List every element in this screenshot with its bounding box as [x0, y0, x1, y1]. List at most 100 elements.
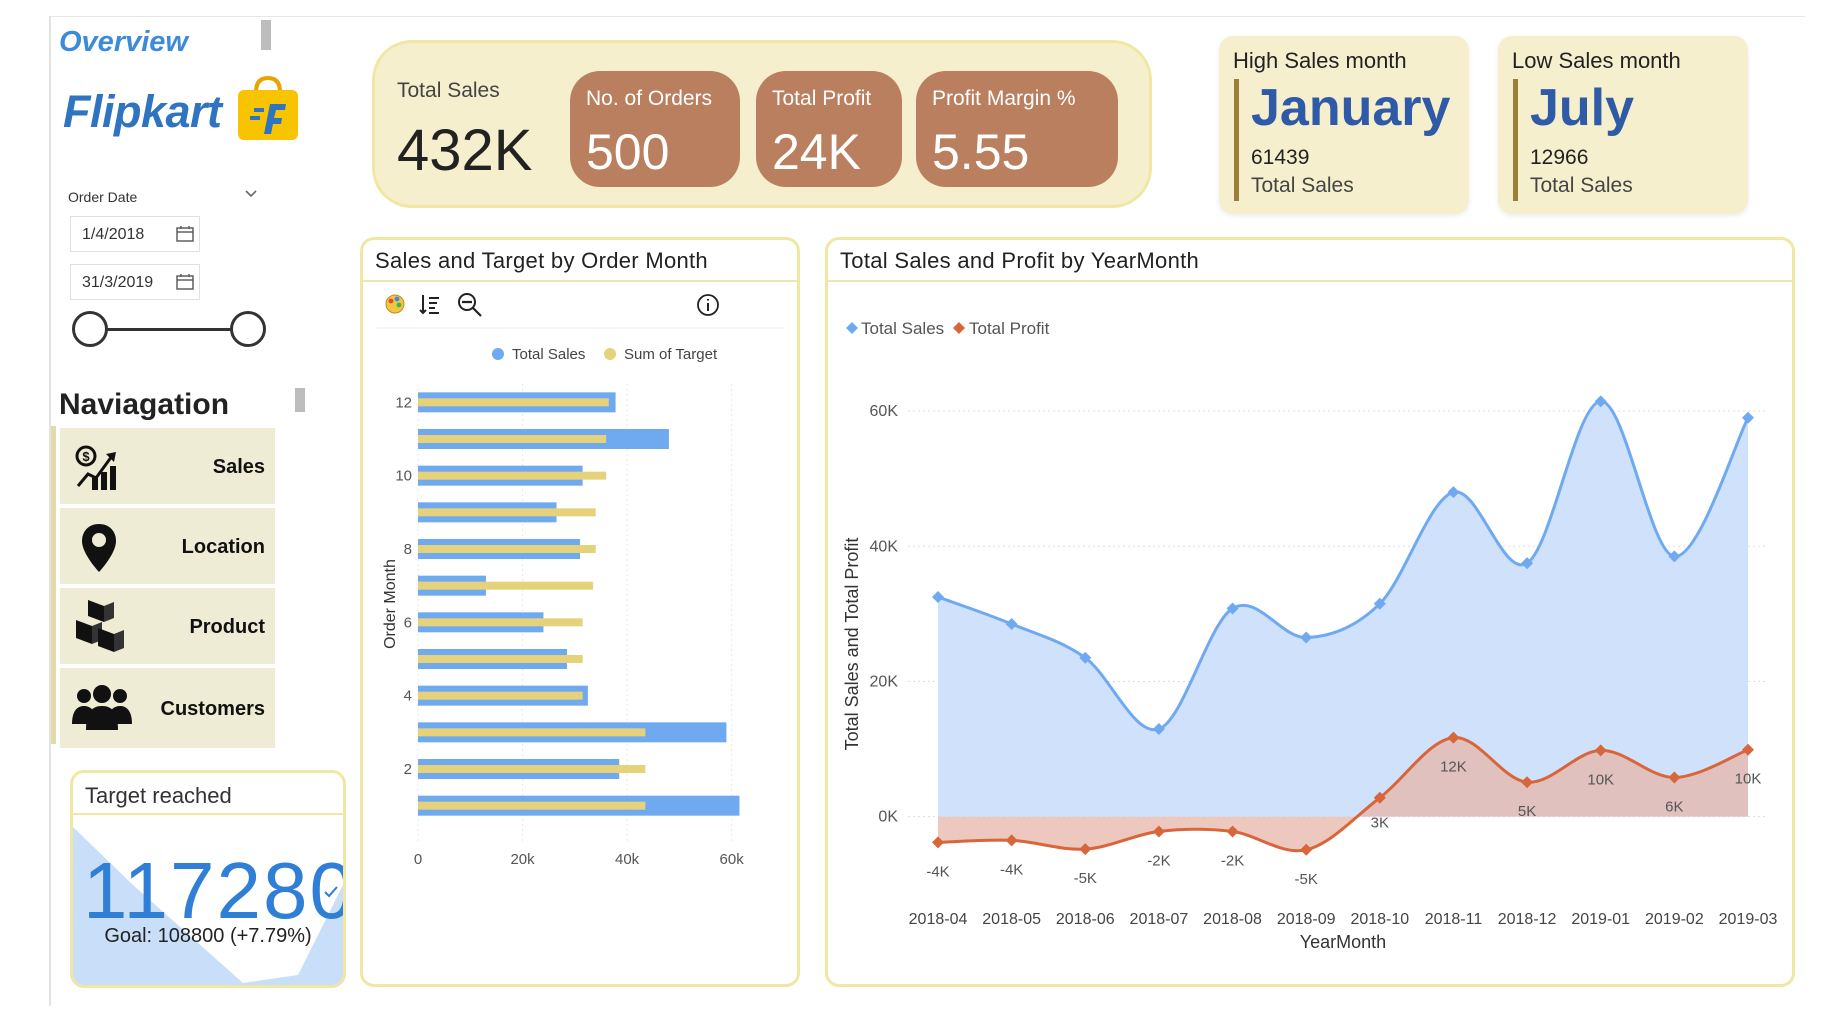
x-tick-label: 2019-01: [1571, 911, 1630, 928]
x-tick-label: 2018-11: [1425, 911, 1483, 928]
x-tick-label: 2018-04: [909, 911, 968, 928]
profit-data-label: 6K: [1665, 798, 1683, 815]
sales-chart-icon: $: [75, 445, 116, 490]
y-tick-label: 12: [395, 394, 412, 411]
sidebar-scrollbar-nav[interactable]: [295, 388, 305, 412]
legend-marker: [492, 348, 504, 360]
y-tick-label: 10: [395, 468, 412, 485]
profit-data-label: -5K: [1295, 871, 1318, 888]
x-tick-label: 2018-07: [1130, 911, 1189, 928]
kpi-value: 500: [586, 124, 670, 180]
profit-data-label: 10K: [1735, 771, 1762, 788]
y-tick-label: 20K: [870, 673, 899, 690]
nav-item-customers[interactable]: Customers: [60, 668, 275, 748]
info-icon[interactable]: [697, 294, 719, 316]
profit-data-label: 3K: [1371, 815, 1389, 832]
kpi-value: 5.55: [932, 124, 1030, 180]
target-bar[interactable]: [418, 545, 596, 553]
chart-title: Sales and Target by Order Month: [375, 248, 708, 273]
sort-lines: [419, 295, 439, 315]
nav-item-sales[interactable]: $ Sales: [60, 428, 275, 504]
target-bar[interactable]: [418, 508, 596, 517]
x-axis-label: YearMonth: [1300, 932, 1386, 952]
profit-data-label: -2K: [1147, 853, 1170, 870]
kpi-label: Total Sales: [397, 79, 500, 102]
sales-point[interactable]: [1742, 411, 1754, 424]
x-tick-label: 2018-08: [1203, 911, 1262, 928]
kpi-total-profit: Total Profit 24K: [756, 71, 902, 187]
legend-label: Total Sales: [512, 346, 585, 363]
date-range-slider-track[interactable]: [90, 328, 248, 331]
sort-icon[interactable]: [419, 295, 439, 315]
kpi-profit-margin: Profit Margin % 5.55: [916, 71, 1118, 187]
x-tick-label: 2018-06: [1056, 911, 1115, 928]
nav-item-label: Customers: [160, 698, 265, 720]
kpi-value: 24K: [772, 124, 861, 180]
profit-data-label: -4K: [926, 863, 949, 880]
x-tick-label: 2019-03: [1719, 911, 1778, 928]
start-date-input[interactable]: 1/4/2018: [70, 216, 200, 252]
date-range-end-handle[interactable]: [230, 311, 266, 347]
target-bar[interactable]: [418, 765, 646, 773]
legend-label: Sum of Target: [624, 346, 718, 363]
month-sales-value: 61439: [1251, 146, 1310, 169]
x-tick-label: 40k: [615, 851, 640, 868]
target-bar[interactable]: [418, 435, 607, 443]
month-sales-value: 12966: [1530, 146, 1589, 169]
start-date-value: 1/4/2018: [82, 226, 145, 243]
palette-dot: [388, 298, 394, 304]
target-bar[interactable]: [418, 471, 607, 480]
target-card-title: Target reached: [85, 783, 232, 808]
target-bar[interactable]: [418, 398, 609, 407]
page-title: Overview: [59, 26, 188, 58]
profit-data-label: -2K: [1221, 853, 1244, 870]
check-icon: [324, 886, 338, 898]
y-tick-label: 4: [404, 688, 412, 705]
sales-target-chart-card: Sales and Target by Order Month Total Sa…: [360, 237, 800, 987]
card-accent-bar: [1234, 79, 1239, 201]
low-sales-month-card: Low Sales month July 12966 Total Sales: [1498, 36, 1748, 214]
calendar-icon[interactable]: [176, 273, 194, 290]
palette-icon[interactable]: [385, 294, 405, 314]
end-date-value: 31/3/2019: [82, 274, 154, 291]
navigation-accent-bar: [51, 426, 56, 744]
sidebar-scrollbar-top[interactable]: [261, 20, 271, 50]
area-chart-svg: Total Sales Total Profit 0K 20K 40K 60K -4K -4K…: [842, 319, 1778, 952]
zoom-icon[interactable]: [458, 293, 482, 317]
svg-text:$: $: [82, 449, 90, 464]
target-bar[interactable]: [418, 581, 594, 590]
target-bar[interactable]: [418, 728, 646, 737]
sales-profit-chart-card: Total Sales and Profit by YearMonth Tota…: [825, 237, 1795, 987]
y-tick-label: 6: [404, 614, 412, 631]
y-axis-label: Total Sales and Total Profit: [842, 538, 862, 751]
y-tick-label: 8: [404, 541, 412, 558]
nav-item-location[interactable]: Location: [60, 508, 275, 584]
nav-item-label: Sales: [212, 456, 265, 478]
order-date-label: Order Date: [68, 189, 138, 205]
nav-item-product[interactable]: Product: [60, 588, 275, 664]
kpi-label: Total Profit: [772, 87, 872, 110]
calendar-icon[interactable]: [176, 225, 194, 242]
nav-item-label: Location: [181, 536, 265, 558]
high-sales-month-card: High Sales month January 61439 Total Sal…: [1219, 36, 1469, 214]
target-goal: Goal: 108800 (+7.79%): [104, 925, 312, 947]
card-accent-bar: [1513, 79, 1518, 201]
target-bar[interactable]: [418, 618, 583, 627]
target-bar[interactable]: [418, 801, 646, 810]
target-bar[interactable]: [418, 655, 583, 663]
chevron-down-icon[interactable]: [244, 186, 258, 202]
month-name: July: [1530, 79, 1635, 137]
end-date-input[interactable]: 31/3/2019: [70, 264, 200, 300]
date-range-start-handle[interactable]: [72, 311, 108, 347]
target-bar[interactable]: [418, 691, 583, 700]
y-tick-label: 0K: [878, 809, 898, 826]
profit-data-label: 10K: [1587, 771, 1614, 788]
legend-marker: [846, 322, 858, 334]
kpi-strip: Total Sales 432K No. of Orders 500 Total…: [372, 40, 1152, 208]
legend-label: Total Sales: [861, 319, 944, 338]
month-sales-caption: Total Sales: [1251, 174, 1354, 197]
x-tick-label: 2018-05: [982, 911, 1041, 928]
card-label: Low Sales month: [1512, 48, 1681, 73]
dashboard-page: Overview Flipkart Order Date 1/4/2018 31…: [0, 0, 1833, 1012]
x-tick-label: 0: [414, 851, 422, 868]
